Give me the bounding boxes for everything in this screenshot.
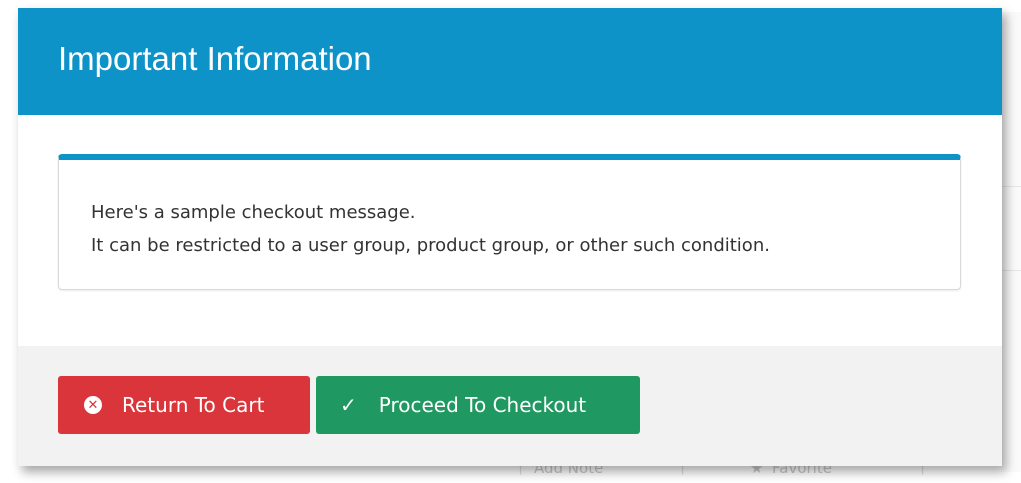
- return-to-cart-label: Return To Cart: [122, 393, 265, 417]
- modal-footer: ✕ Return To Cart ✓ Proceed To Checkout: [18, 346, 1002, 466]
- message-card: Here's a sample checkout message. It can…: [58, 154, 961, 290]
- checkout-message-modal: Important Information Here's a sample ch…: [18, 8, 1002, 466]
- modal-header: Important Information: [18, 8, 1002, 115]
- modal-title: Important Information: [58, 39, 372, 77]
- proceed-to-checkout-label: Proceed To Checkout: [378, 393, 587, 417]
- message-line-1: Here's a sample checkout message.: [91, 202, 416, 223]
- background-divider: [1001, 186, 1021, 187]
- circle-x-icon: ✕: [84, 396, 102, 414]
- screen: | Add Note | ★ Favorite | Important Info…: [0, 0, 1021, 483]
- checkmark-icon: ✓: [340, 393, 357, 417]
- modal-body: Here's a sample checkout message. It can…: [18, 115, 1002, 346]
- background-page-edge: [1001, 12, 1021, 472]
- background-divider: [1001, 270, 1021, 271]
- proceed-to-checkout-button[interactable]: ✓ Proceed To Checkout: [316, 376, 640, 434]
- return-to-cart-button[interactable]: ✕ Return To Cart: [58, 376, 310, 434]
- message-line-2: It can be restricted to a user group, pr…: [91, 235, 770, 256]
